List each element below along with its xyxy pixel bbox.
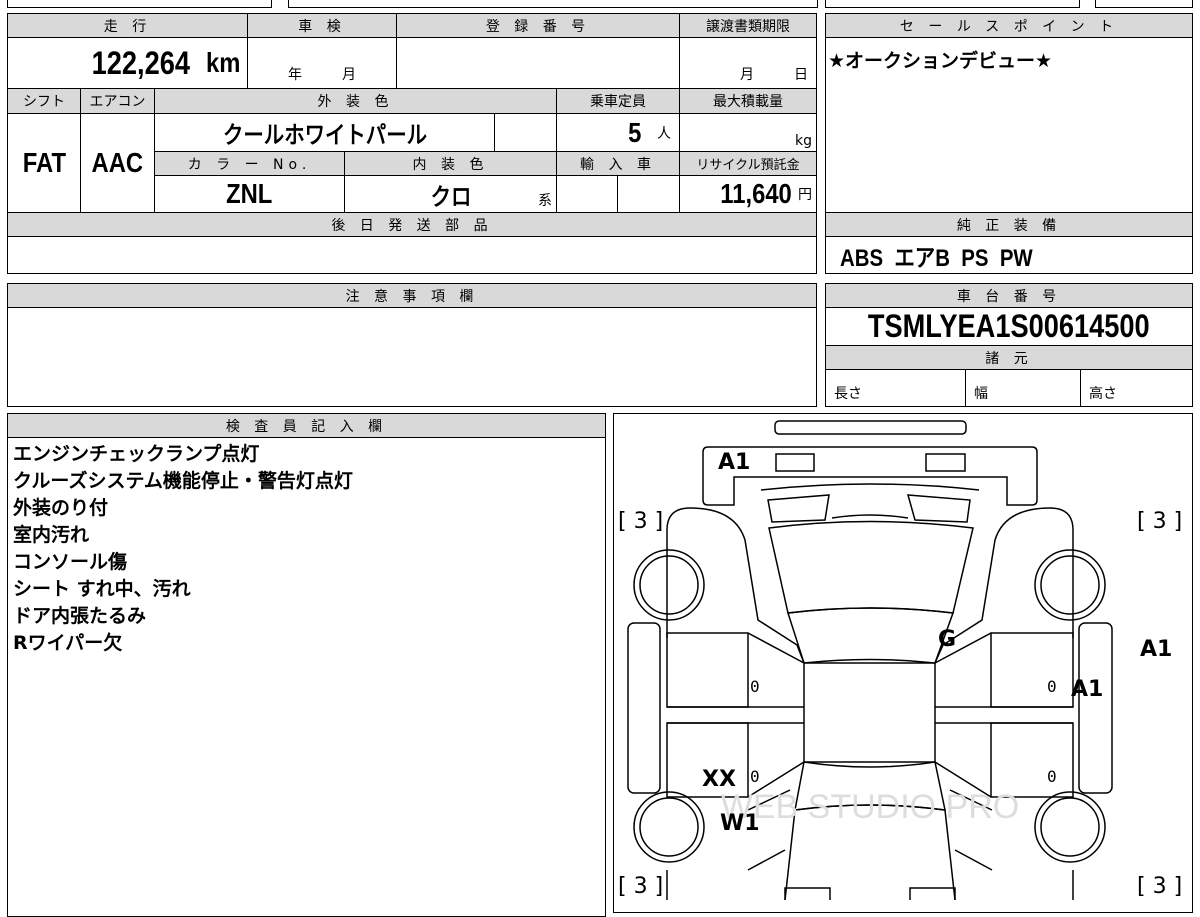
door-handle-mark: 0: [750, 767, 760, 786]
mark-tl: [ 3 ]: [618, 509, 664, 534]
rear-bumper: [702, 446, 1038, 506]
right-side-step: [1078, 622, 1113, 794]
trunk-line: [760, 483, 980, 491]
front-bumper: [784, 887, 956, 900]
right-rear-door: [990, 632, 1074, 708]
roof: [803, 662, 936, 763]
door-handle-mark: 0: [1047, 767, 1057, 786]
mark-windshield: G: [938, 627, 957, 652]
mark-left-w1: W1: [720, 811, 760, 836]
rear-window: [768, 520, 974, 614]
tail-lights: [767, 494, 971, 523]
mark-left-xx: XX: [702, 767, 736, 792]
car-diagram: WEB STUDIO PRO: [627, 420, 1113, 900]
body-rear-quarters: [666, 507, 1074, 664]
right-front-door: [990, 722, 1074, 798]
mark-rear: A1: [718, 450, 751, 475]
rear-lamp-right: [925, 453, 966, 472]
rear-lamp-left: [775, 453, 815, 472]
left-side-step: [627, 622, 661, 794]
wheel-rear-left: [633, 549, 705, 621]
wheel-rear-right: [1034, 549, 1106, 621]
door-handle-mark: 0: [750, 677, 760, 696]
left-rear-door: [666, 632, 749, 708]
mark-right-step: A1: [1140, 637, 1173, 662]
wheel-front-right: [1034, 791, 1106, 863]
mark-tr: [ 3 ]: [1137, 509, 1183, 534]
mark-br: [ 3 ]: [1137, 874, 1183, 899]
wheel-front-left: [633, 791, 705, 863]
rear-glass: [787, 607, 955, 664]
mark-right-door: A1: [1071, 677, 1104, 702]
door-handle-mark: 0: [1047, 677, 1057, 696]
watermark: WEB STUDIO PRO: [721, 788, 1019, 826]
rear-spoiler: [774, 420, 967, 435]
mark-bl: [ 3 ]: [618, 874, 664, 899]
